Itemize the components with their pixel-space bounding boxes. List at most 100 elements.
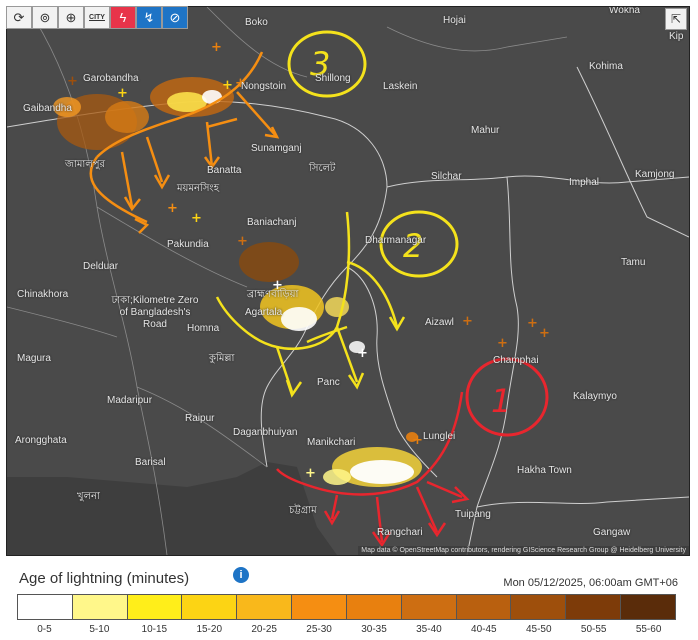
place-label-jamalpur-bn: জামালপুর [65, 159, 106, 170]
city-icon[interactable]: CITY [84, 6, 110, 29]
place-label-chittagong-bn: চট্টগ্রাম [289, 505, 317, 516]
legend-swatch-2 [127, 595, 183, 619]
place-label-dharmanagar: Dharmanagar [365, 235, 427, 246]
place-label-chinakhora: Chinakhora [17, 289, 69, 300]
zoom-icon[interactable]: ⊕ [58, 6, 84, 29]
place-label-mahur: Mahur [471, 125, 500, 136]
map-toolbar: ⟳ ⊚ ⊕ CITY ϟ ↯ ⊘ [6, 6, 188, 29]
svg-text:+: + [305, 466, 316, 481]
place-label-garobandha: Garobandha [83, 73, 139, 84]
legend-swatch-3 [182, 595, 238, 619]
legend-swatch-11 [621, 595, 675, 619]
legend-swatch-6 [346, 595, 402, 619]
svg-text:+: + [527, 316, 538, 331]
legend-label-9: 45-50 [525, 624, 552, 635]
place-label-nongstoin: Nongstoin [241, 81, 287, 92]
place-label-baniachanj: Baniachanj [247, 217, 297, 228]
place-label-silchar: Silchar [431, 171, 462, 182]
place-label-madaripur: Madaripur [107, 395, 153, 406]
place-label-sunamganj: Sunamganj [251, 143, 302, 154]
legend-label-10: 50-55 [580, 624, 607, 635]
legend-title: Age of lightning (minutes) [19, 570, 190, 587]
legend-label-4: 20-25 [251, 624, 277, 635]
place-label-magura: Magura [17, 353, 51, 364]
legend-swatch-5 [292, 595, 347, 619]
place-label-gangaw: Gangaw [593, 527, 631, 538]
legend-labels: 0-5 5-10 10-15 15-20 20-25 25-30 30-35 35-40 40-… [17, 624, 676, 635]
map-canvas: + + + + + + + + + + + + + + + + 3 2 1 [7, 7, 689, 555]
annotation-number-1: 1 [491, 382, 511, 420]
svg-text:+: + [539, 326, 550, 341]
legend-swatch-8 [456, 595, 512, 619]
legend-label-2: 10-15 [141, 624, 168, 635]
timestamp: Mon 05/12/2025, 06:00am GMT+06 [503, 577, 678, 589]
legend-label-6: 30-35 [361, 624, 387, 635]
place-label-daganbhuiyan: Daganbhuiyan [233, 427, 298, 438]
legend-color-bar [17, 594, 676, 620]
city-label: CITY [89, 14, 105, 21]
place-label-arongghata: Arongghata [15, 435, 67, 446]
place-label-khulna-bn: খুলনা [77, 491, 100, 502]
place-label-shillong: Shillong [315, 73, 351, 84]
place-label-agartala: Agartala [245, 307, 283, 318]
legend-label-5: 25-30 [306, 624, 332, 635]
place-label-rangamati: Rangchari [377, 527, 423, 538]
legend-label-0: 0-5 [37, 624, 52, 635]
svg-text:+: + [462, 314, 473, 329]
map-attribution[interactable]: Map data © OpenStreetMap contributors, r… [358, 546, 689, 555]
legend-swatch-4 [237, 595, 293, 619]
place-label-mymensingh-bn: ময়মনসিংহ [177, 183, 219, 194]
place-label-comilla-bn: কুমিল্লা [209, 353, 235, 364]
place-label-wokha: Wokha [609, 6, 640, 16]
info-icon[interactable]: i [233, 567, 249, 583]
place-label-kohima: Kohima [589, 61, 623, 72]
place-label-delduar: Delduar [83, 261, 119, 272]
lightning-ground-icon[interactable]: ↯ [136, 6, 162, 29]
place-label-manikchari: Manikchari [307, 437, 356, 448]
place-label-aizawl: Aizawl [425, 317, 454, 328]
place-label-boko: Boko [245, 17, 268, 28]
place-label-barisal: Barisal [135, 457, 166, 468]
place-label-gaibandha: Gaibandha [23, 103, 72, 114]
lightning-icon[interactable]: ϟ [110, 6, 136, 29]
satellite-icon[interactable]: ⊘ [162, 6, 188, 29]
place-label-tamu: Tamu [621, 257, 646, 268]
place-label-homna: Homna [187, 323, 220, 334]
svg-text:+: + [497, 336, 508, 351]
place-label-pakundia: Pakundia [167, 239, 209, 250]
legend-label-11: 55-60 [635, 624, 662, 635]
place-label-banatta: Banatta [207, 165, 242, 176]
refresh-icon[interactable]: ⟳ [6, 6, 32, 29]
place-label-champhai: Champhai [493, 355, 539, 366]
legend-label-1: 5-10 [89, 624, 110, 635]
annotation-numbers: 3 2 1 [310, 45, 511, 420]
share-icon[interactable]: ⇱ [665, 8, 687, 30]
location-pin-icon[interactable]: ⊚ [32, 6, 58, 29]
place-label-hojai: Hojai [443, 15, 466, 26]
legend-label-8: 40-45 [471, 624, 497, 635]
svg-text:+: + [191, 211, 202, 226]
place-label-sylhet-bn: সিলেট [309, 163, 336, 174]
svg-text:+: + [357, 346, 368, 361]
svg-text:+: + [412, 433, 423, 448]
svg-text:+: + [67, 74, 78, 89]
place-label-hakha: Hakha Town [517, 465, 572, 476]
svg-text:+: + [117, 86, 128, 101]
place-label-lunglei: Lunglei [423, 431, 456, 442]
lightning-cluster-north-west [53, 77, 234, 150]
lightning-map[interactable]: + + + + + + + + + + + + + + + + 3 2 1 Bo… [6, 6, 690, 556]
place-label-kalaymyo: Kalaymyo [573, 391, 617, 402]
place-label-brahmanbaria-bn: ব্রাহ্মণবাড়িয়া [247, 289, 299, 300]
legend-swatch-9 [511, 595, 567, 619]
place-label-imphal: Imphal [569, 177, 600, 188]
place-label-kip: Kip [669, 31, 684, 42]
legend-swatch-10 [566, 595, 622, 619]
place-label-tuipang: Tuipang [455, 509, 491, 520]
legend-label-3: 15-20 [196, 624, 223, 635]
svg-text:+: + [237, 234, 248, 249]
place-label-laskein: Laskein [383, 81, 418, 92]
legend-swatch-1 [72, 595, 128, 619]
place-label-kamjong: Kamjong [635, 169, 675, 180]
svg-text:+: + [211, 40, 222, 55]
svg-text:+: + [167, 201, 178, 216]
